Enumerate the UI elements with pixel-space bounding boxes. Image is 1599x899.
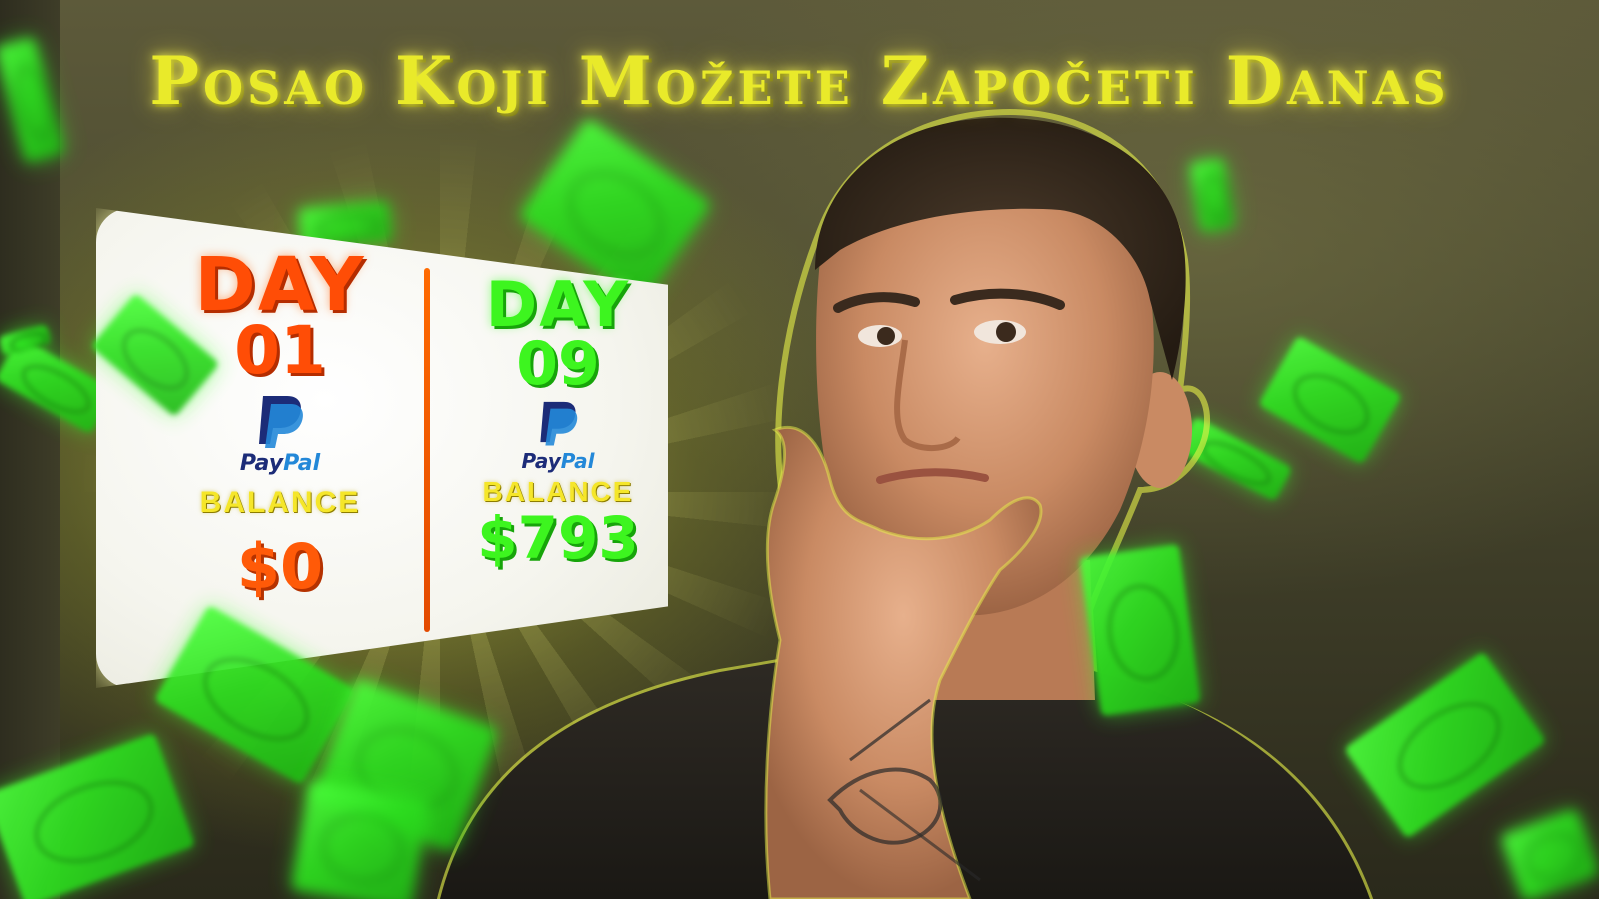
youtube-thumbnail: DAY 01 PayPal BALANCE $0 DAY 09 PayPal B… [0, 0, 1599, 899]
video-title: Posao Koji Možete Započeti Danas [149, 42, 1450, 120]
money-bill [291, 780, 429, 899]
